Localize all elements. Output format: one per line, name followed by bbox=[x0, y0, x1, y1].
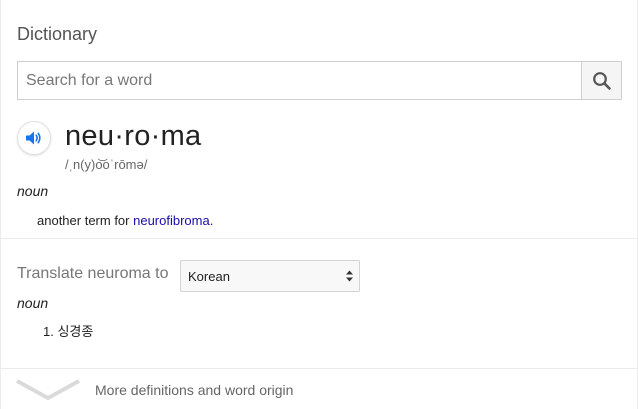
card-title: Dictionary bbox=[17, 24, 98, 44]
definition-suffix: . bbox=[209, 213, 214, 228]
select-arrows-icon bbox=[346, 270, 353, 282]
language-select[interactable]: Korean bbox=[180, 260, 360, 292]
chevron-down-icon bbox=[16, 379, 80, 401]
definition-link[interactable]: neurofibroma bbox=[133, 213, 210, 228]
pronunciation-audio-button[interactable] bbox=[17, 121, 51, 155]
translate-label: Translate neuroma to bbox=[17, 265, 169, 282]
translation-item: 1. 싱경종 bbox=[43, 321, 93, 340]
phonetic-spelling: /ˌn(y)o͝oˈrōmə/ bbox=[65, 157, 148, 172]
section-divider bbox=[1, 238, 638, 239]
part-of-speech: noun bbox=[17, 183, 49, 199]
search-button[interactable] bbox=[581, 62, 621, 99]
more-definitions-label: More definitions and word origin bbox=[95, 382, 294, 398]
search-box bbox=[17, 61, 622, 100]
speaker-icon bbox=[26, 131, 41, 145]
language-select-value: Korean bbox=[188, 269, 230, 284]
definition: another term for neurofibroma. bbox=[37, 213, 213, 228]
translation-part-of-speech: noun bbox=[17, 295, 49, 311]
more-definitions-button[interactable]: More definitions and word origin bbox=[1, 369, 638, 409]
translation-text: 싱경종 bbox=[57, 324, 94, 339]
translation-number: 1. bbox=[43, 324, 54, 339]
dictionary-card: Dictionary neu·ro·ma /ˌn(y)o͝oˈrōmə/ nou… bbox=[0, 0, 638, 409]
headword: neu·ro·ma bbox=[65, 120, 202, 152]
definition-text: another term for bbox=[37, 213, 134, 228]
search-input[interactable] bbox=[18, 62, 583, 99]
search-icon bbox=[592, 71, 611, 90]
